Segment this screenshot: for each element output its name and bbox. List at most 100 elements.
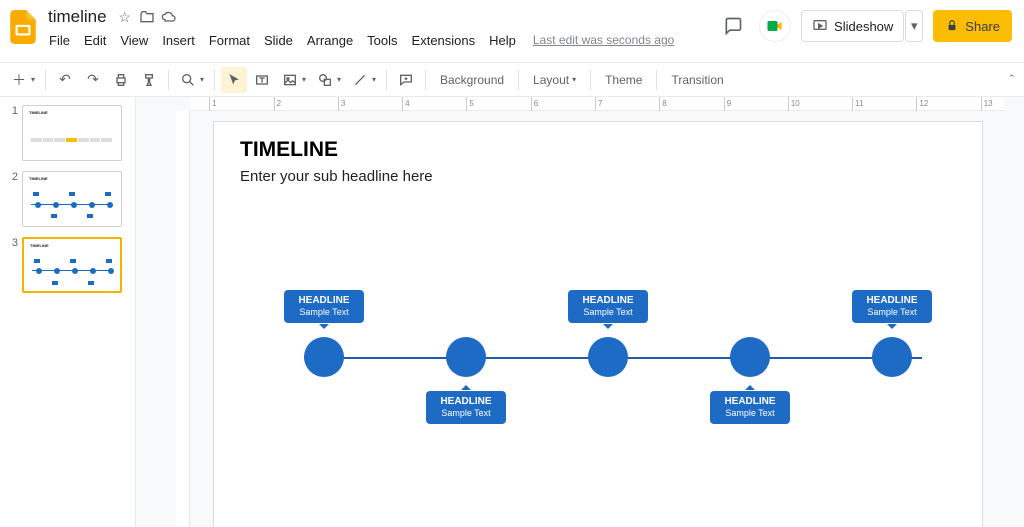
separator — [214, 70, 215, 90]
ruler-tick: 1 — [209, 97, 216, 111]
timeline-bubble[interactable]: HEADLINESample Text — [852, 290, 932, 323]
menu-edit[interactable]: Edit — [79, 31, 111, 50]
filmstrip-slide-1[interactable]: 1 TIMELINE — [8, 105, 135, 161]
separator — [590, 70, 591, 90]
theme-button[interactable]: Theme — [597, 69, 650, 91]
bubble-headline: HEADLINE — [288, 295, 360, 307]
ruler-tick: 10 — [788, 97, 800, 111]
filmstrip-thumb[interactable]: TIMELINE — [22, 171, 122, 227]
horizontal-ruler: 12345678910111213 — [190, 97, 1004, 111]
background-button[interactable]: Background — [432, 69, 512, 91]
toolbar: ＋▾ ↶ ↷ ▾ ▾ ▾ ▾ Background Layout▾ Theme … — [0, 62, 1024, 97]
timeline-bubble[interactable]: HEADLINESample Text — [710, 391, 790, 424]
star-icon[interactable]: ☆ — [117, 9, 133, 25]
timeline-node[interactable] — [446, 337, 486, 377]
bubble-headline: HEADLINE — [430, 396, 502, 408]
filmstrip-slide-3[interactable]: 3 TIMELINE — [8, 237, 135, 293]
timeline-bubble[interactable]: HEADLINESample Text — [426, 391, 506, 424]
bubble-subtext: Sample Text — [288, 307, 360, 318]
bubble-subtext: Sample Text — [572, 307, 644, 318]
main-area: 1TIMELINE2TIMELINE3TIMELINE 123456789101… — [0, 97, 1024, 527]
zoom-caret[interactable]: ▾ — [200, 75, 208, 84]
ruler-tick: 9 — [724, 97, 731, 111]
slides-logo-icon[interactable] — [10, 10, 36, 44]
timeline-bubble[interactable]: HEADLINESample Text — [284, 290, 364, 323]
menu-help[interactable]: Help — [484, 31, 521, 50]
doc-title[interactable]: timeline — [44, 5, 111, 29]
menu-view[interactable]: View — [115, 31, 153, 50]
share-button[interactable]: Share — [933, 10, 1012, 42]
shape-button[interactable] — [312, 67, 338, 93]
menu-tools[interactable]: Tools — [362, 31, 402, 50]
layout-button[interactable]: Layout▾ — [525, 69, 584, 91]
menu-arrange[interactable]: Arrange — [302, 31, 358, 50]
menu-insert[interactable]: Insert — [157, 31, 200, 50]
ruler-tick: 12 — [916, 97, 928, 111]
paint-format-button[interactable] — [136, 67, 162, 93]
bubble-headline: HEADLINE — [572, 295, 644, 307]
slide-canvas[interactable]: TIMELINE Enter your sub headline here HE… — [213, 121, 983, 527]
ruler-tick: 6 — [531, 97, 538, 111]
menu-slide[interactable]: Slide — [259, 31, 298, 50]
ruler-tick: 8 — [659, 97, 666, 111]
separator — [656, 70, 657, 90]
app-header: timeline ☆ FileEditViewInsertFormatSlide… — [0, 0, 1024, 62]
print-button[interactable] — [108, 67, 134, 93]
ruler-tick: 3 — [338, 97, 345, 111]
ruler-tick: 2 — [274, 97, 281, 111]
separator — [386, 70, 387, 90]
canvas-area: 12345678910111213 TIMELINE Enter your su… — [135, 97, 1024, 527]
timeline-bubble[interactable]: HEADLINESample Text — [568, 290, 648, 323]
timeline-node[interactable] — [304, 337, 344, 377]
filmstrip-slide-2[interactable]: 2TIMELINE — [8, 171, 135, 227]
separator — [45, 70, 46, 90]
line-button[interactable] — [347, 67, 373, 93]
shape-caret[interactable]: ▾ — [337, 75, 345, 84]
ruler-tick: 5 — [466, 97, 473, 111]
textbox-button[interactable] — [249, 67, 275, 93]
meet-icon[interactable] — [759, 10, 791, 42]
slideshow-caret[interactable]: ▾ — [905, 10, 923, 42]
menu-extensions[interactable]: Extensions — [407, 31, 481, 50]
redo-button[interactable]: ↷ — [80, 67, 106, 93]
image-caret[interactable]: ▾ — [302, 75, 310, 84]
comments-icon[interactable] — [717, 10, 749, 42]
slide-subtitle[interactable]: Enter your sub headline here — [240, 168, 956, 185]
ruler-tick: 13 — [981, 97, 993, 111]
transition-button[interactable]: Transition — [663, 69, 731, 91]
filmstrip-thumb[interactable]: TIMELINE — [22, 237, 122, 293]
timeline-node[interactable] — [730, 337, 770, 377]
bubble-subtext: Sample Text — [430, 408, 502, 419]
timeline-graphic[interactable]: HEADLINESample TextHEADLINESample TextHE… — [304, 337, 912, 377]
comment-button[interactable] — [393, 67, 419, 93]
image-button[interactable] — [277, 67, 303, 93]
header-right: Slideshow ▾ Share — [717, 10, 1012, 42]
filmstrip-thumb[interactable]: TIMELINE — [22, 105, 122, 161]
last-edit-link[interactable]: Last edit was seconds ago — [533, 33, 674, 47]
slideshow-label: Slideshow — [834, 19, 893, 34]
vertical-ruler — [176, 111, 190, 527]
select-tool-button[interactable] — [221, 67, 247, 93]
menu-format[interactable]: Format — [204, 31, 255, 50]
slideshow-button[interactable]: Slideshow — [801, 10, 904, 42]
new-slide-caret[interactable]: ▾ — [31, 75, 39, 84]
bubble-headline: HEADLINE — [714, 396, 786, 408]
slide-title[interactable]: TIMELINE — [240, 138, 956, 162]
timeline-node[interactable] — [872, 337, 912, 377]
menu-bar: FileEditViewInsertFormatSlideArrangeTool… — [44, 31, 674, 49]
bubble-headline: HEADLINE — [856, 295, 928, 307]
move-icon[interactable] — [139, 9, 155, 25]
menu-file[interactable]: File — [44, 31, 75, 50]
new-slide-button[interactable]: ＋ — [6, 67, 32, 93]
undo-button[interactable]: ↶ — [52, 67, 78, 93]
collapse-toolbar-icon[interactable]: ˆ — [1010, 72, 1014, 87]
bubble-subtext: Sample Text — [714, 408, 786, 419]
separator — [425, 70, 426, 90]
zoom-button[interactable] — [175, 67, 201, 93]
timeline-node[interactable] — [588, 337, 628, 377]
line-caret[interactable]: ▾ — [372, 75, 380, 84]
filmstrip-number: 3 — [8, 237, 18, 249]
filmstrip: 1TIMELINE2TIMELINE3TIMELINE — [0, 97, 135, 527]
filmstrip-number: 1 — [8, 105, 18, 117]
cloud-status-icon[interactable] — [161, 9, 177, 25]
